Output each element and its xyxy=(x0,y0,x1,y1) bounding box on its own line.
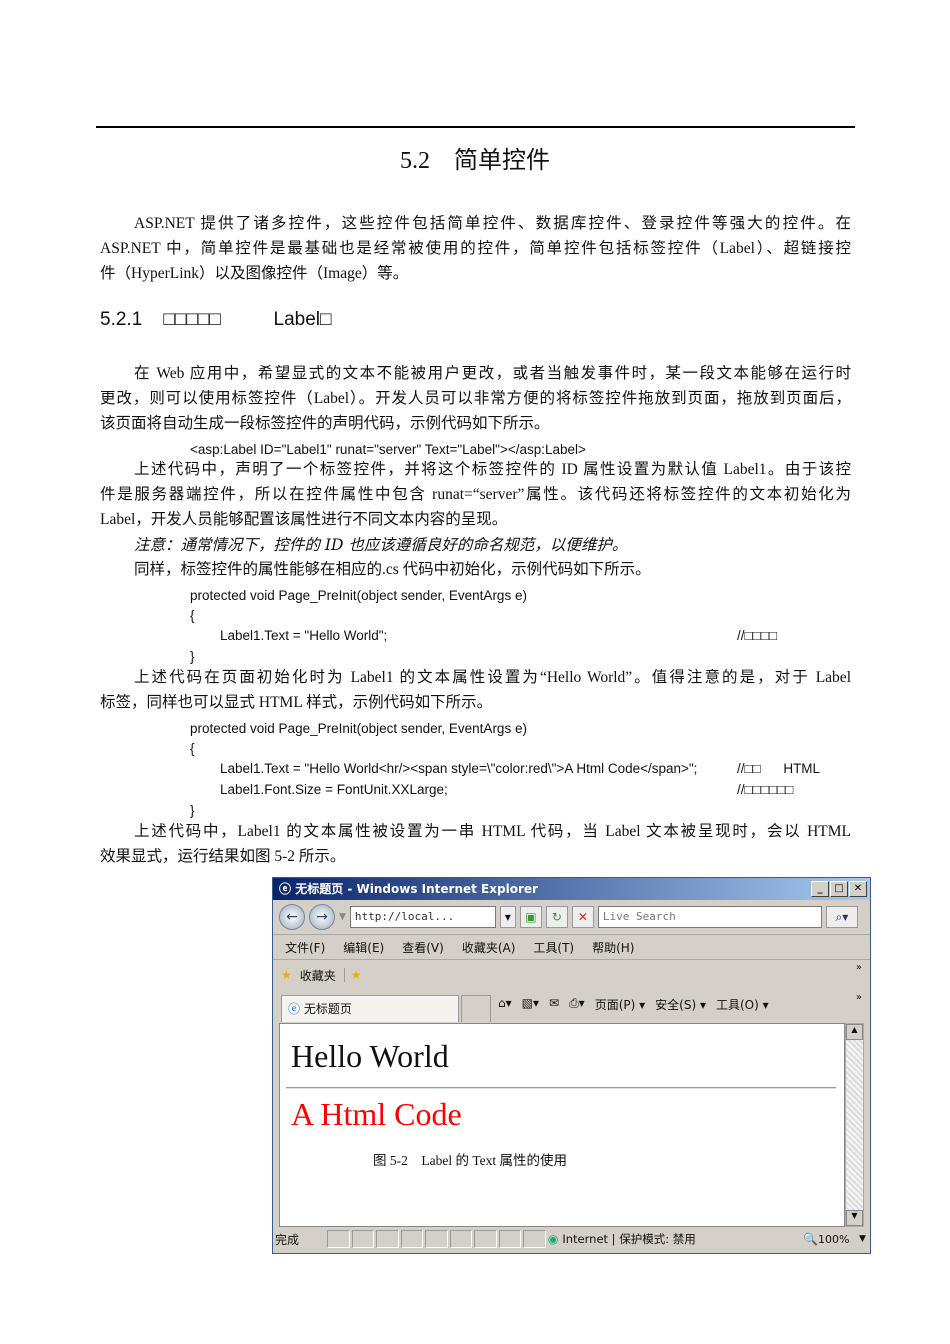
tab-untitled[interactable]: ⓔ 无标题页 xyxy=(281,995,459,1022)
status-text: 完成 xyxy=(275,1232,300,1247)
ie-logo-icon: ⓔ xyxy=(279,882,296,896)
command-bar: ⌂▾ ▧▾ ✉ ⎙▾ 页面(P) ▾ 安全(S) ▾ 工具(O) ▾ xyxy=(498,996,769,1013)
zone-text: Internet | 保护模式: 禁用 xyxy=(562,1232,696,1246)
paragraph-line: 该页面将自动生成一段标签控件的声明代码，示例代码如下所示。 xyxy=(100,415,550,432)
paragraph-line: 同样，标签控件的属性能够在相应的.cs 代码中初始化，示例代码如下所示。 xyxy=(134,561,651,578)
safety-menu[interactable]: 安全(S) ▾ xyxy=(655,996,706,1013)
tools-menu[interactable]: 工具(O) ▾ xyxy=(716,996,769,1013)
search-input[interactable]: Live Search xyxy=(597,906,822,928)
code-line: { xyxy=(190,741,195,756)
code-line: protected void Page_PreInit(object sende… xyxy=(190,721,527,736)
stop-button[interactable]: ✕ xyxy=(571,906,594,928)
page-content: Hello World A Html Code 图 5-2 Label 的 Te… xyxy=(279,1023,845,1227)
menu-help[interactable]: 帮助(H) xyxy=(592,939,634,956)
subsection-title: 5.2.1 □□□□□ Label□ xyxy=(100,309,332,330)
address-bar[interactable]: http://local... xyxy=(349,906,496,928)
chevron-icon[interactable]: » xyxy=(856,992,862,1003)
document-page: 5.2 简单控件 ASP.NET 提供了诸多控件，这些控件包括简单控件、数据库控… xyxy=(0,0,950,1344)
status-bar: 完成 ◉ Internet | 保护模式: 禁用 🔍 100% ▼ xyxy=(275,1229,866,1249)
paragraph-line: 上述代码在页面初始化时为 Label1 的文本属性设置为“Hello World… xyxy=(134,669,851,686)
zoom-dropdown-icon[interactable]: ▼ xyxy=(859,1234,866,1244)
header-rule xyxy=(96,126,855,128)
chevron-icon[interactable]: » xyxy=(856,962,862,973)
paragraph-line: 上述代码中，Label1 的文本属性被设置为一串 HTML 代码，当 Label… xyxy=(134,823,851,840)
menu-favorites[interactable]: 收藏夹(A) xyxy=(462,939,516,956)
address-dropdown[interactable]: ▾ xyxy=(499,906,516,928)
home-icon[interactable]: ⌂▾ xyxy=(498,996,512,1013)
globe-icon: ◉ xyxy=(547,1232,559,1246)
navigation-bar: ← → ▼ http://local... ▾ ▣ ↻ ✕ Live Searc… xyxy=(273,900,870,935)
paragraph-line: 效果显式，运行结果如图 5-2 所示。 xyxy=(100,848,346,865)
menu-tools[interactable]: 工具(T) xyxy=(533,939,574,956)
page-menu[interactable]: 页面(P) ▾ xyxy=(595,996,645,1013)
compat-view-button[interactable]: ▣ xyxy=(519,906,542,928)
tab-row: ⓔ 无标题页 ⌂▾ ▧▾ ✉ ⎙▾ 页面(P) ▾ 安全(S) ▾ 工具(O) … xyxy=(273,990,870,1022)
forward-button[interactable]: → xyxy=(309,904,335,930)
search-button[interactable]: ⌕▾ xyxy=(825,906,858,928)
code-line: <asp:Label ID="Label1" runat="server" Te… xyxy=(190,442,586,457)
add-favorite-icon[interactable]: ★ xyxy=(343,968,362,982)
maximize-button[interactable]: □ xyxy=(830,881,848,897)
code-line: protected void Page_PreInit(object sende… xyxy=(190,588,527,603)
code-line: Label1.Font.Size = FontUnit.XXLarge; xyxy=(220,782,448,797)
ie-page-icon: ⓔ xyxy=(288,1002,301,1016)
code-line: { xyxy=(190,608,195,623)
section-title: 5.2 简单控件 xyxy=(400,148,550,174)
minimize-button[interactable]: _ xyxy=(811,881,829,897)
window-title: 无标题页 - Windows Internet Explorer xyxy=(295,882,538,896)
menu-edit[interactable]: 编辑(E) xyxy=(343,939,384,956)
close-button[interactable]: ✕ xyxy=(849,881,867,897)
menu-bar: 文件(F) 编辑(E) 查看(V) 收藏夹(A) 工具(T) 帮助(H) xyxy=(273,935,870,960)
paragraph-line: ASP.NET 提供了诸多控件，这些控件包括简单控件、数据库控件、登录控件等强大… xyxy=(134,215,851,232)
code-comment: //□□□□□□ xyxy=(737,782,794,797)
star-icon: ★ xyxy=(281,968,292,982)
hr-divider xyxy=(286,1087,836,1089)
note: 注意：通常情况下，控件的 ID 也应该遵循良好的命名规范，以便维护。 xyxy=(134,536,628,554)
favorites-bar: ★ 收藏夹 ★ » xyxy=(273,960,870,990)
code-line: Label1.Text = "Hello World"; xyxy=(220,628,388,643)
tab-label: 无标题页 xyxy=(303,1002,352,1016)
history-dropdown-icon[interactable]: ▼ xyxy=(339,912,346,922)
paragraph-line: 更改，则可以使用标签控件（Label）。开发人员可以非常方便的将标签控件拖放到页… xyxy=(100,390,851,407)
code-comment: //□□□□ xyxy=(737,628,778,643)
paragraph-line: Label，开发人员能够配置该属性进行不同文本内容的呈现。 xyxy=(100,511,508,528)
paragraph-line: 在 Web 应用中，希望显式的文本不能被用户更改，或者当触发事件时，某一段文本能… xyxy=(134,365,851,382)
code-line: } xyxy=(190,803,195,818)
zoom-icon: 🔍 xyxy=(803,1232,818,1246)
code-line: Label1.Text = "Hello World<hr/><span sty… xyxy=(220,761,698,776)
favorites-button[interactable]: 收藏夹 xyxy=(300,967,336,984)
menu-view[interactable]: 查看(V) xyxy=(402,939,444,956)
paragraph-line: 件是服务器端控件，所以在控件属性中包含 runat=“server”属性。该代码… xyxy=(100,486,851,503)
hello-label: Hello World xyxy=(291,1038,449,1074)
print-icon[interactable]: ⎙▾ xyxy=(569,996,585,1013)
paragraph-line: 上述代码中，声明了一个标签控件，并将这个标签控件的 ID 属性设置为默认值 La… xyxy=(134,461,851,478)
rss-icon[interactable]: ▧▾ xyxy=(522,996,539,1013)
mail-icon[interactable]: ✉ xyxy=(549,996,559,1013)
refresh-button[interactable]: ↻ xyxy=(545,906,568,928)
paragraph-line: 标签，同样也可以显式 HTML 样式，示例代码如下所示。 xyxy=(100,694,493,711)
figure-caption: 图 5-2 Label 的 Text 属性的使用 xyxy=(373,1153,568,1168)
vertical-scrollbar[interactable]: ▲ ▼ xyxy=(845,1023,864,1227)
new-tab-button[interactable] xyxy=(461,995,491,1022)
paragraph-line: 件（HyperLink）以及图像控件（Image）等。 xyxy=(100,265,409,282)
code-comment: //□□ HTML xyxy=(737,761,821,776)
title-bar: ⓔ 无标题页 - Windows Internet Explorer _ □ ✕ xyxy=(273,878,870,900)
paragraph-line: ASP.NET 中，简单控件是最基础也是经常被使用的控件，简单控件包括标签控件（… xyxy=(100,240,851,257)
menu-file[interactable]: 文件(F) xyxy=(285,939,325,956)
back-button[interactable]: ← xyxy=(279,904,305,930)
code-line: } xyxy=(190,649,195,664)
zoom-level[interactable]: 100% xyxy=(818,1233,859,1246)
red-html-text: A Html Code xyxy=(291,1096,462,1132)
ie-window-screenshot: ⓔ 无标题页 - Windows Internet Explorer _ □ ✕ ←… xyxy=(272,877,871,1254)
